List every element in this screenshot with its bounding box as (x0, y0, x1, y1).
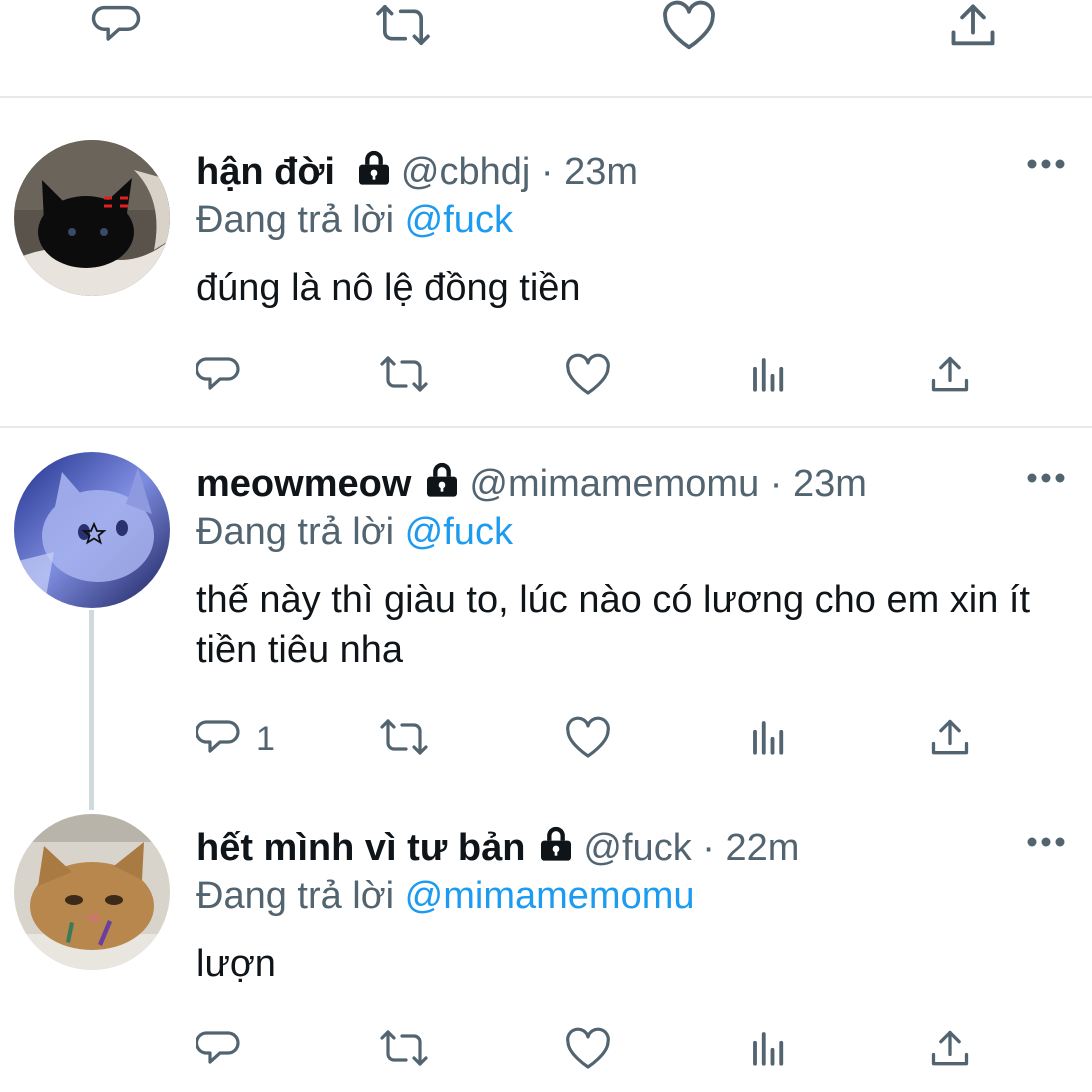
display-name[interactable]: hận đời (196, 151, 335, 193)
reply-button[interactable] (196, 352, 244, 400)
replying-to-line: Đang trả lời @mimamemomu (196, 874, 695, 918)
avatar[interactable] (14, 452, 170, 608)
tweet-text: thế này thì giàu to, lúc nào có lương ch… (196, 579, 1031, 671)
timestamp[interactable]: 23m (564, 151, 638, 193)
reply-icon (196, 715, 244, 763)
analytics-button[interactable] (748, 715, 790, 759)
retweet-button[interactable] (376, 1026, 432, 1070)
action-bar: 1 (196, 715, 996, 765)
tweet-text: đúng là nô lệ đồng tiền (196, 267, 581, 309)
replying-label: Đang trả lời (196, 875, 395, 917)
lock-icon (421, 460, 463, 510)
mention-link[interactable]: @fuck (405, 511, 513, 553)
like-icon[interactable] (660, 0, 718, 52)
avatar[interactable] (14, 814, 170, 970)
reply-button[interactable]: 1 (196, 715, 275, 763)
retweet-button[interactable] (376, 352, 432, 396)
previous-tweet-action-bar (0, 0, 1092, 98)
reply-count: 1 (256, 719, 275, 758)
lock-icon (535, 824, 577, 874)
action-bar (196, 352, 996, 402)
replying-label: Đang trả lời (196, 199, 395, 241)
share-button[interactable] (928, 352, 972, 398)
lock-icon (353, 148, 395, 198)
share-icon (928, 715, 972, 761)
user-handle[interactable]: @fuck (583, 827, 691, 869)
analytics-button[interactable] (748, 352, 790, 396)
more-options-icon[interactable] (1026, 156, 1066, 177)
like-icon (564, 352, 612, 398)
share-icon (928, 1026, 972, 1072)
more-options-icon[interactable] (1026, 834, 1066, 855)
replying-to-line: Đang trả lời @fuck (196, 510, 513, 554)
like-icon (564, 715, 612, 761)
user-handle[interactable]: @cbhdj (401, 151, 530, 193)
more-options-icon[interactable] (1026, 470, 1066, 491)
analytics-icon (748, 352, 790, 396)
analytics-icon (748, 1026, 790, 1070)
share-icon (928, 352, 972, 398)
thread-line (89, 610, 94, 810)
analytics-icon (748, 715, 790, 759)
action-bar (196, 1026, 996, 1076)
tweet-header: meowmeow @mimamemomu · 23m (196, 460, 867, 510)
retweet-icon (376, 352, 432, 396)
reply-tweet[interactable]: hận đời @cbhdj · 23m Đang trả lời @fuck đ… (0, 100, 1092, 426)
analytics-button[interactable] (748, 1026, 790, 1070)
reply-tweet[interactable]: hết mình vì tư bản @fuck · 22m Đang trả l… (0, 798, 1092, 1092)
mention-link[interactable]: @fuck (405, 199, 513, 241)
share-button[interactable] (928, 715, 972, 761)
tweet-text: lượn (196, 943, 276, 985)
reply-tweet[interactable]: meowmeow @mimamemomu · 23m Đang trả lời @… (0, 428, 1092, 810)
retweet-button[interactable] (376, 715, 432, 759)
reply-icon (196, 1026, 244, 1074)
reply-icon (196, 352, 244, 400)
share-button[interactable] (928, 1026, 972, 1072)
avatar[interactable] (14, 140, 170, 296)
separator-dot: · (702, 827, 715, 869)
display-name[interactable]: meowmeow (196, 463, 411, 505)
timestamp[interactable]: 23m (793, 463, 867, 505)
retweet-icon (376, 715, 432, 759)
reply-icon[interactable] (90, 0, 148, 52)
like-button[interactable] (564, 1026, 612, 1072)
like-button[interactable] (564, 715, 612, 761)
reply-button[interactable] (196, 1026, 244, 1074)
like-button[interactable] (564, 352, 612, 398)
replying-label: Đang trả lời (196, 511, 395, 553)
share-icon[interactable] (945, 0, 1001, 52)
timestamp[interactable]: 22m (725, 827, 799, 869)
tweet-header: hết mình vì tư bản @fuck · 22m (196, 824, 799, 874)
display-name[interactable]: hết mình vì tư bản (196, 827, 525, 869)
user-handle[interactable]: @mimamemomu (469, 463, 759, 505)
separator-dot: · (769, 463, 783, 505)
retweet-icon[interactable] (370, 0, 436, 50)
separator-dot: · (540, 151, 554, 193)
retweet-icon (376, 1026, 432, 1070)
replying-to-line: Đang trả lời @fuck (196, 198, 513, 242)
like-icon (564, 1026, 612, 1072)
mention-link[interactable]: @mimamemomu (405, 875, 695, 917)
tweet-header: hận đời @cbhdj · 23m (196, 148, 638, 198)
